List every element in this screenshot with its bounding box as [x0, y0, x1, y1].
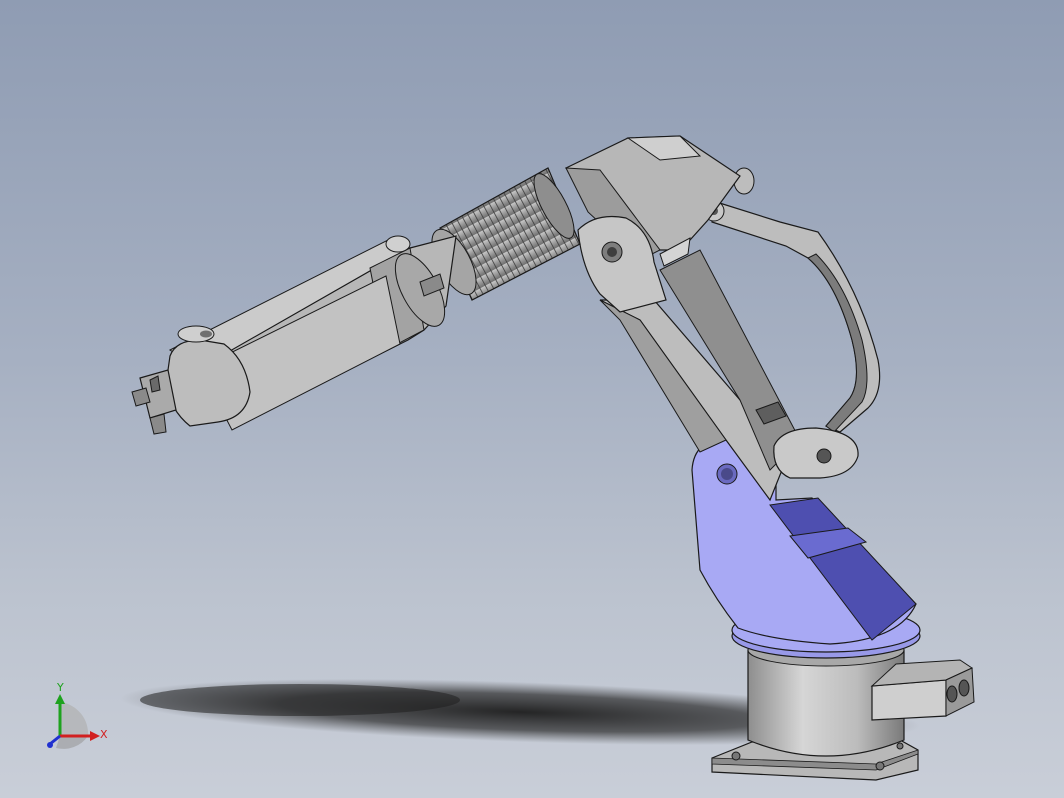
z-axis-tip	[47, 742, 53, 748]
y-axis-arrow	[55, 694, 65, 704]
model-scene[interactable]: Y X	[0, 0, 1064, 798]
x-axis-arrow	[90, 731, 100, 741]
cad-viewport[interactable]: Y X	[0, 0, 1064, 798]
x-axis-label: X	[100, 728, 108, 741]
gripper[interactable]	[131, 369, 177, 435]
y-axis-label: Y	[56, 681, 64, 694]
axis-triad[interactable]: Y X	[47, 681, 108, 749]
